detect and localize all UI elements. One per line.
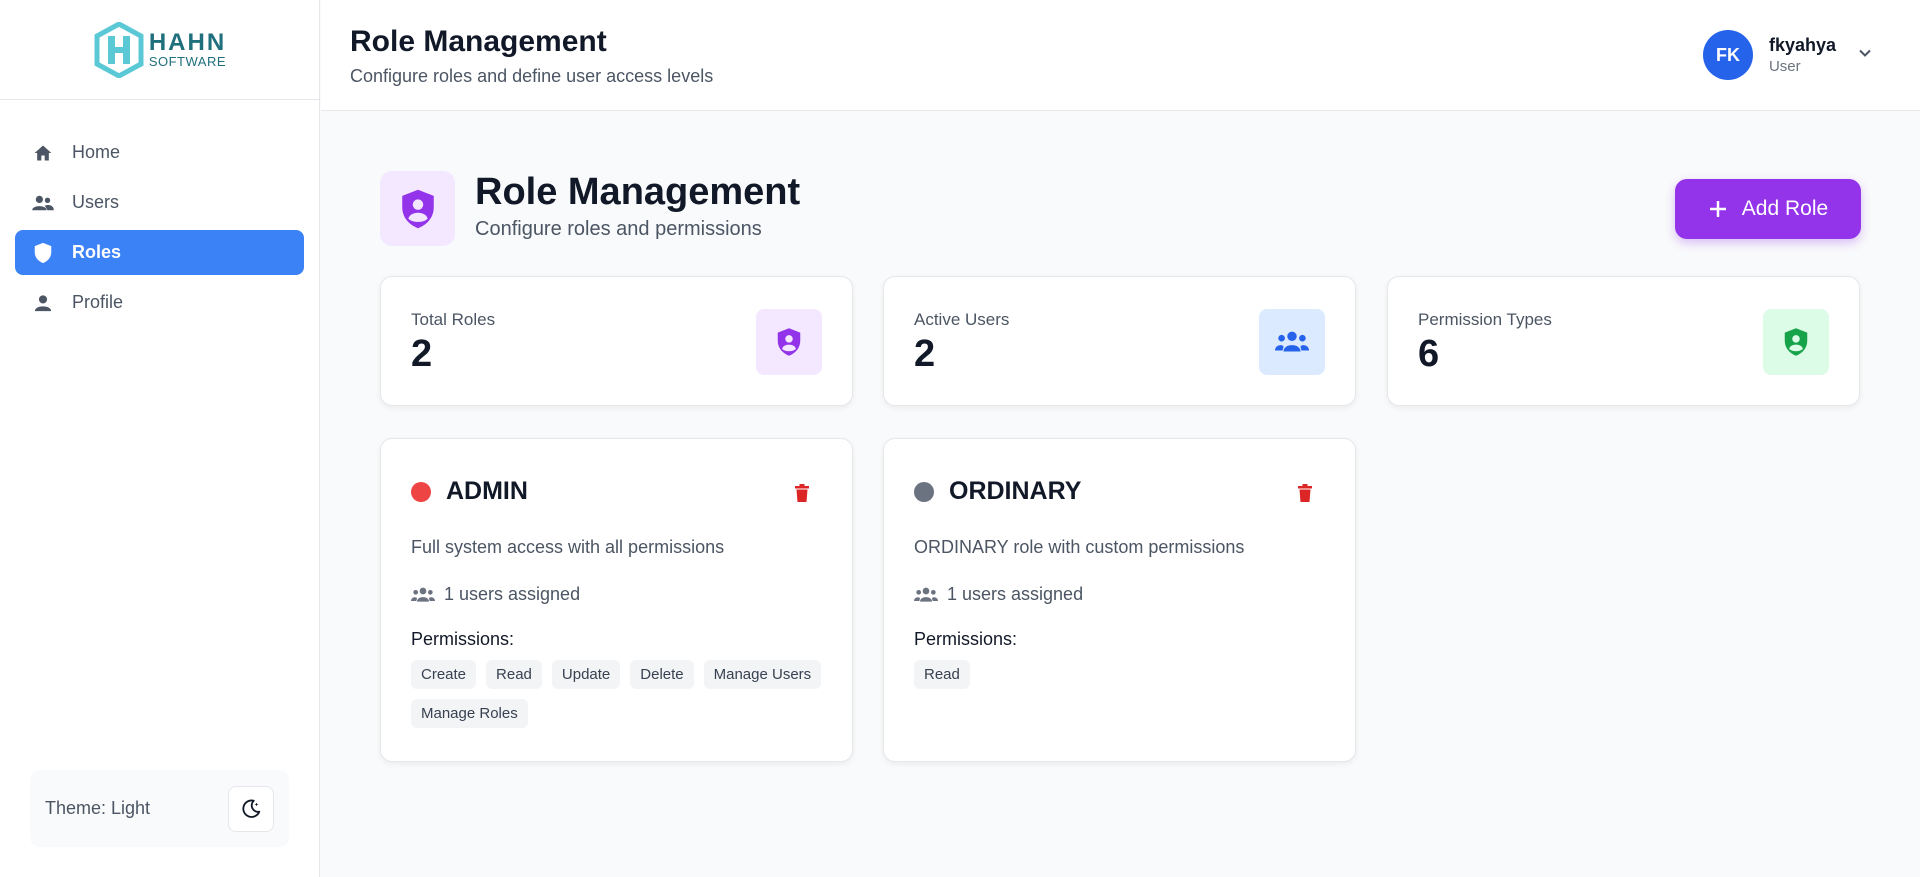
stat-card-permission-types: Permission Types 6 [1387, 276, 1860, 406]
stat-card-active-users: Active Users 2 [883, 276, 1356, 406]
stat-label: Permission Types [1418, 310, 1552, 329]
theme-toggle-panel: Theme: Light [30, 770, 289, 847]
stat-label: Active Users [914, 310, 1010, 329]
avatar[interactable]: FK [1702, 30, 1753, 80]
delete-role-button[interactable] [1293, 481, 1317, 505]
role-card-admin: ADMIN Full system access with all permis… [380, 438, 853, 762]
sidebar-item-home[interactable]: Home [15, 130, 304, 175]
logo-text-secondary: SOFTWARE [148, 54, 227, 69]
role-user-count: 1 users assigned [411, 584, 580, 605]
sidebar: HAHN SOFTWARE Home Users Roles Profile T… [0, 0, 320, 877]
page-shield-user-icon [380, 171, 455, 246]
permission-tag: Delete [630, 660, 694, 689]
permission-tag: Manage Users [703, 660, 822, 689]
stat-value: 6 [1418, 333, 1440, 375]
logo-text-primary: HAHN [148, 29, 227, 56]
plus-icon [1709, 201, 1726, 217]
role-card-ordinary: ORDINARY ORDINARY role with custom permi… [883, 438, 1356, 762]
users-icon [411, 587, 435, 603]
user-role: User [1768, 58, 1801, 75]
trash-icon [795, 484, 809, 502]
sidebar-item-label: Users [72, 192, 120, 212]
sidebar-item-users[interactable]: Users [15, 180, 304, 225]
sidebar-nav: Home Users Roles Profile [0, 100, 319, 325]
permissions-label: Permissions: [411, 629, 515, 649]
role-status-dot [914, 482, 934, 502]
trash-icon [1298, 484, 1312, 502]
sidebar-item-label: Roles [72, 242, 122, 262]
add-role-button[interactable]: Add Role [1675, 179, 1861, 239]
home-icon [32, 142, 54, 164]
theme-toggle-button[interactable] [228, 785, 274, 832]
role-name: ORDINARY [949, 477, 1082, 505]
sidebar-item-profile[interactable]: Profile [15, 280, 304, 325]
role-description: ORDINARY role with custom permissions [914, 537, 1245, 557]
hahn-software-logo[interactable]: HAHN SOFTWARE [93, 21, 227, 78]
permission-tag: Read [914, 660, 970, 689]
page-subtitle: Configure roles and permissions [475, 218, 762, 240]
users-icon [1259, 309, 1325, 375]
stat-label: Total Roles [411, 310, 496, 329]
header-subtitle: Configure roles and define user access l… [350, 66, 714, 86]
users-icon [914, 587, 938, 603]
theme-label: Theme: Light [45, 798, 151, 818]
moon-icon [242, 799, 261, 818]
permission-tag: Manage Roles [411, 699, 528, 728]
stat-value: 2 [411, 333, 433, 375]
permissions-label: Permissions: [914, 629, 1018, 649]
permission-tag: Update [551, 660, 621, 689]
permission-tags: Create Read Update Delete Manage Users M… [411, 660, 831, 728]
header-title: Role Management [350, 25, 607, 58]
logo-area: HAHN SOFTWARE [0, 0, 319, 100]
permission-tag: Create [411, 660, 477, 689]
person-icon [32, 292, 54, 314]
page-title: Role Management [475, 171, 801, 213]
delete-role-button[interactable] [790, 481, 814, 505]
sidebar-item-label: Profile [72, 292, 124, 312]
user-name: fkyahya [1768, 35, 1836, 55]
sidebar-item-roles[interactable]: Roles [15, 230, 304, 275]
main-content: Role Management Configure roles and perm… [321, 111, 1920, 877]
top-header: Role Management Configure roles and defi… [321, 0, 1920, 111]
sidebar-item-label: Home [72, 142, 121, 162]
role-description: Full system access with all permissions [411, 537, 725, 557]
role-status-dot [411, 482, 431, 502]
shield-icon [32, 242, 54, 264]
add-role-label: Add Role [1741, 197, 1829, 220]
role-user-count: 1 users assigned [914, 584, 1083, 605]
chevron-down-icon[interactable] [1858, 46, 1872, 65]
role-users-text: 1 users assigned [947, 584, 1084, 604]
shield-check-icon [1763, 309, 1829, 375]
stat-value: 2 [914, 333, 936, 375]
user-menu[interactable]: FK fkyahya User [1702, 30, 1872, 80]
permission-tag: Read [486, 660, 542, 689]
role-users-text: 1 users assigned [444, 584, 581, 604]
logo-mark-icon [94, 21, 144, 78]
stat-card-total-roles: Total Roles 2 [380, 276, 853, 406]
shield-user-icon [756, 309, 822, 375]
users-icon [32, 192, 54, 214]
permission-tags: Read [914, 660, 1334, 689]
role-name: ADMIN [446, 477, 528, 505]
